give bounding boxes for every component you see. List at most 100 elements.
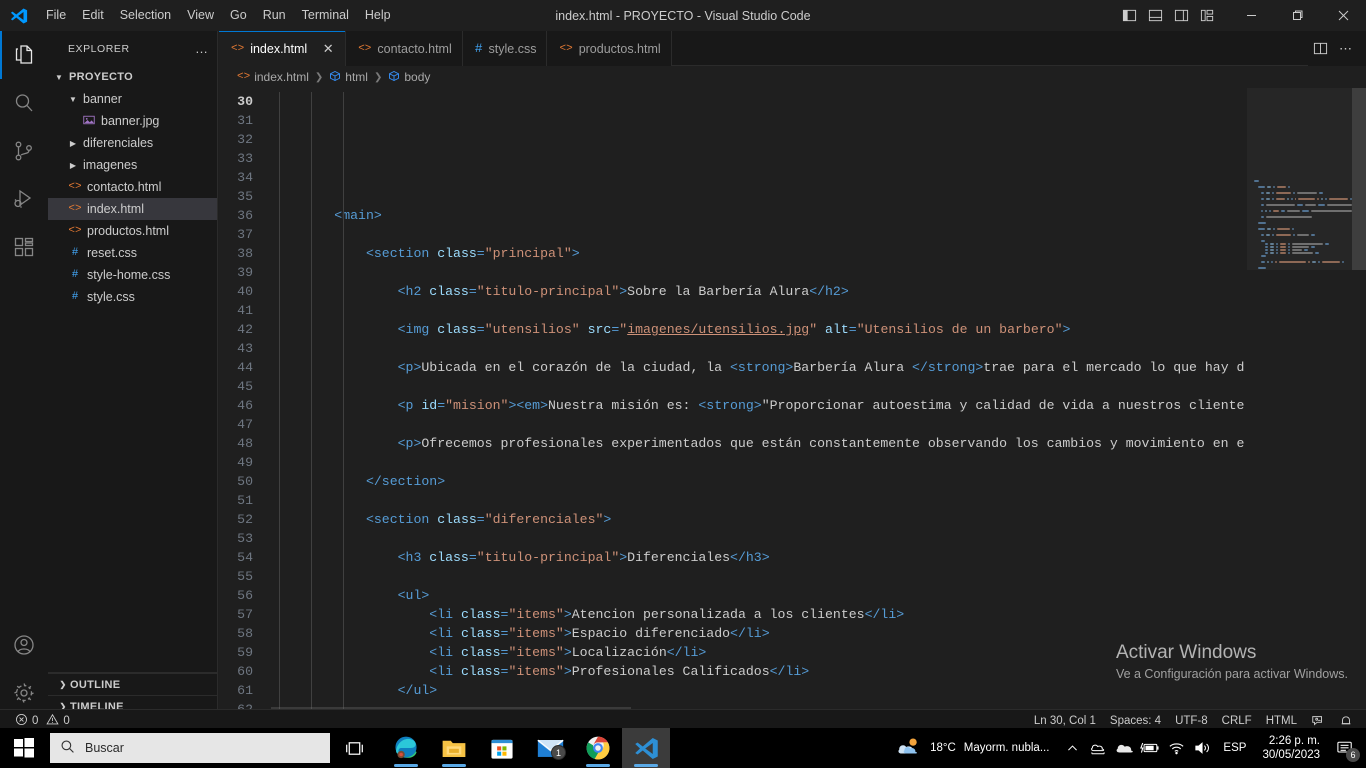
menu-bar[interactable]: File Edit Selection View Go Run Terminal…: [38, 0, 399, 31]
code-line[interactable]: [271, 301, 1366, 320]
taskbar-app-chrome[interactable]: [574, 728, 622, 768]
code-line[interactable]: [271, 453, 1366, 472]
code-line[interactable]: <li class="items">Espacio diferenciado</…: [271, 624, 1366, 643]
file-tree[interactable]: ▼ PROYECTO ▼ banner banner.jpg ▶ diferen…: [48, 66, 217, 672]
code-line[interactable]: <h3 class="titulo-principal">Diferencial…: [271, 548, 1366, 567]
section-outline[interactable]: ❯ OUTLINE: [48, 673, 217, 695]
action-center-icon[interactable]: 6: [1328, 728, 1362, 768]
breadcrumb-item-file[interactable]: <> index.html: [237, 70, 309, 84]
code-line[interactable]: [271, 225, 1366, 244]
breadcrumb-item-html[interactable]: html: [329, 70, 368, 85]
toggle-secondary-sidebar-icon[interactable]: [1168, 0, 1194, 31]
show-hidden-icons-chevron-up-icon[interactable]: [1059, 728, 1085, 768]
taskbar-app-microsoft-store[interactable]: [478, 728, 526, 768]
tab-index-html[interactable]: <> index.html ✕: [219, 31, 347, 66]
code-line[interactable]: [271, 339, 1366, 358]
code-line[interactable]: <img class="utensilios" src="imagenes/ut…: [271, 320, 1366, 339]
taskbar-app-vscode[interactable]: [622, 728, 670, 768]
tree-item-imagenes[interactable]: ▶ imagenes: [48, 154, 217, 176]
code-line[interactable]: [271, 567, 1366, 586]
menu-go[interactable]: Go: [222, 0, 255, 31]
taskbar-app-edge[interactable]: [382, 728, 430, 768]
wifi-icon[interactable]: [1163, 728, 1189, 768]
tree-item-proyecto[interactable]: ▼ PROYECTO: [48, 66, 217, 88]
tree-item-productos-html[interactable]: <> productos.html: [48, 220, 217, 242]
editor-more-actions-icon[interactable]: ⋯: [1334, 31, 1358, 66]
activitybar-source-control[interactable]: [0, 127, 48, 175]
cloud-icon[interactable]: [1111, 728, 1137, 768]
tab-close-icon[interactable]: ✕: [321, 41, 335, 57]
code-line[interactable]: <main>: [271, 206, 1366, 225]
toggle-panel-icon[interactable]: [1142, 0, 1168, 31]
code-line[interactable]: [271, 529, 1366, 548]
task-view-icon[interactable]: [330, 728, 378, 768]
code-line[interactable]: [271, 377, 1366, 396]
activitybar-accounts[interactable]: [0, 621, 48, 669]
code-line[interactable]: </section>: [271, 472, 1366, 491]
tab-productos-html[interactable]: <> productos.html: [547, 31, 672, 66]
split-editor-icon[interactable]: [1308, 31, 1332, 66]
activitybar-run-and-debug[interactable]: [0, 175, 48, 223]
code-line[interactable]: <h2 class="titulo-principal">Sobre la Ba…: [271, 282, 1366, 301]
code-line[interactable]: <li class="items">Atencion personalizada…: [271, 605, 1366, 624]
vertical-scrollbar[interactable]: [1352, 88, 1366, 717]
code-content[interactable]: <main> <section class="principal"> <h2 c…: [271, 88, 1366, 717]
code-line[interactable]: [271, 491, 1366, 510]
tree-item-contacto-html[interactable]: <> contacto.html: [48, 176, 217, 198]
code-line[interactable]: [271, 263, 1366, 282]
minimap-slider[interactable]: [1247, 88, 1352, 270]
minimap[interactable]: [1247, 88, 1352, 717]
windows-start-icon[interactable]: [0, 728, 48, 768]
menu-terminal[interactable]: Terminal: [294, 0, 357, 31]
code-editor[interactable]: 30 31 32 33 34 35 36 37 38 39 40 41 42 43 44 45 46 47 48 49…: [219, 88, 1366, 717]
code-line[interactable]: <p id="mision"><em>Nuestra misión es: <s…: [271, 396, 1366, 415]
tree-item-style-home-css[interactable]: # style-home.css: [48, 264, 217, 286]
code-line[interactable]: <section class="diferenciales">: [271, 510, 1366, 529]
input-language[interactable]: ESP: [1215, 742, 1254, 754]
menu-run[interactable]: Run: [255, 0, 294, 31]
code-line[interactable]: [271, 187, 1366, 206]
tree-item-index-html[interactable]: <> index.html: [48, 198, 217, 220]
tree-item-banner[interactable]: ▼ banner: [48, 88, 217, 110]
onedrive-icon[interactable]: [1085, 728, 1111, 768]
layout-controls[interactable]: [1116, 0, 1220, 31]
taskbar-weather-widget[interactable]: 18°C Mayorm. nubla...: [886, 728, 1059, 768]
menu-file[interactable]: File: [38, 0, 74, 31]
taskbar-app-file-explorer[interactable]: [430, 728, 478, 768]
minimize-button[interactable]: [1228, 0, 1274, 31]
code-line[interactable]: <li class="items">Localización</li>: [271, 643, 1366, 662]
menu-edit[interactable]: Edit: [74, 0, 112, 31]
customize-layout-icon[interactable]: [1194, 0, 1220, 31]
tree-item-reset-css[interactable]: # reset.css: [48, 242, 217, 264]
menu-help[interactable]: Help: [357, 0, 399, 31]
maximize-button[interactable]: [1274, 0, 1320, 31]
code-line[interactable]: <p>Ubicada en el corazón de la ciudad, l…: [271, 358, 1366, 377]
breadcrumb[interactable]: <> index.html ❯ html ❯ body: [219, 66, 1366, 88]
vertical-scrollbar-thumb[interactable]: [1352, 88, 1366, 270]
code-line[interactable]: </ul>: [271, 681, 1366, 700]
tab-contacto-html[interactable]: <> contacto.html: [346, 31, 463, 66]
breadcrumb-item-body[interactable]: body: [388, 70, 430, 85]
taskbar-clock[interactable]: 2:26 p. m. 30/05/2023: [1254, 734, 1328, 762]
toggle-primary-sidebar-icon[interactable]: [1116, 0, 1142, 31]
tab-style-css[interactable]: # style.css: [462, 31, 548, 66]
code-line[interactable]: <p>Ofrecemos profesionales experimentado…: [271, 434, 1366, 453]
code-line[interactable]: <li class="items">Profesionales Califica…: [271, 662, 1366, 681]
activitybar-extensions[interactable]: [0, 223, 48, 271]
code-line[interactable]: <section class="principal">: [271, 244, 1366, 263]
tree-item-diferenciales[interactable]: ▶ diferenciales: [48, 132, 217, 154]
taskbar-search-box[interactable]: Buscar: [50, 733, 330, 763]
speaker-icon[interactable]: [1189, 728, 1215, 768]
taskbar-app-mail[interactable]: 1: [526, 728, 574, 768]
menu-selection[interactable]: Selection: [112, 0, 179, 31]
activitybar-explorer[interactable]: [0, 31, 48, 79]
tree-item-banner-jpg[interactable]: banner.jpg: [48, 110, 217, 132]
menu-view[interactable]: View: [179, 0, 222, 31]
explorer-more-actions-icon[interactable]: …: [195, 41, 209, 56]
battery-charging-icon[interactable]: [1137, 728, 1163, 768]
tree-item-style-css[interactable]: # style.css: [48, 286, 217, 308]
activitybar-search[interactable]: [0, 79, 48, 127]
close-button[interactable]: [1320, 0, 1366, 31]
code-line[interactable]: <ul>: [271, 586, 1366, 605]
code-line[interactable]: [271, 415, 1366, 434]
